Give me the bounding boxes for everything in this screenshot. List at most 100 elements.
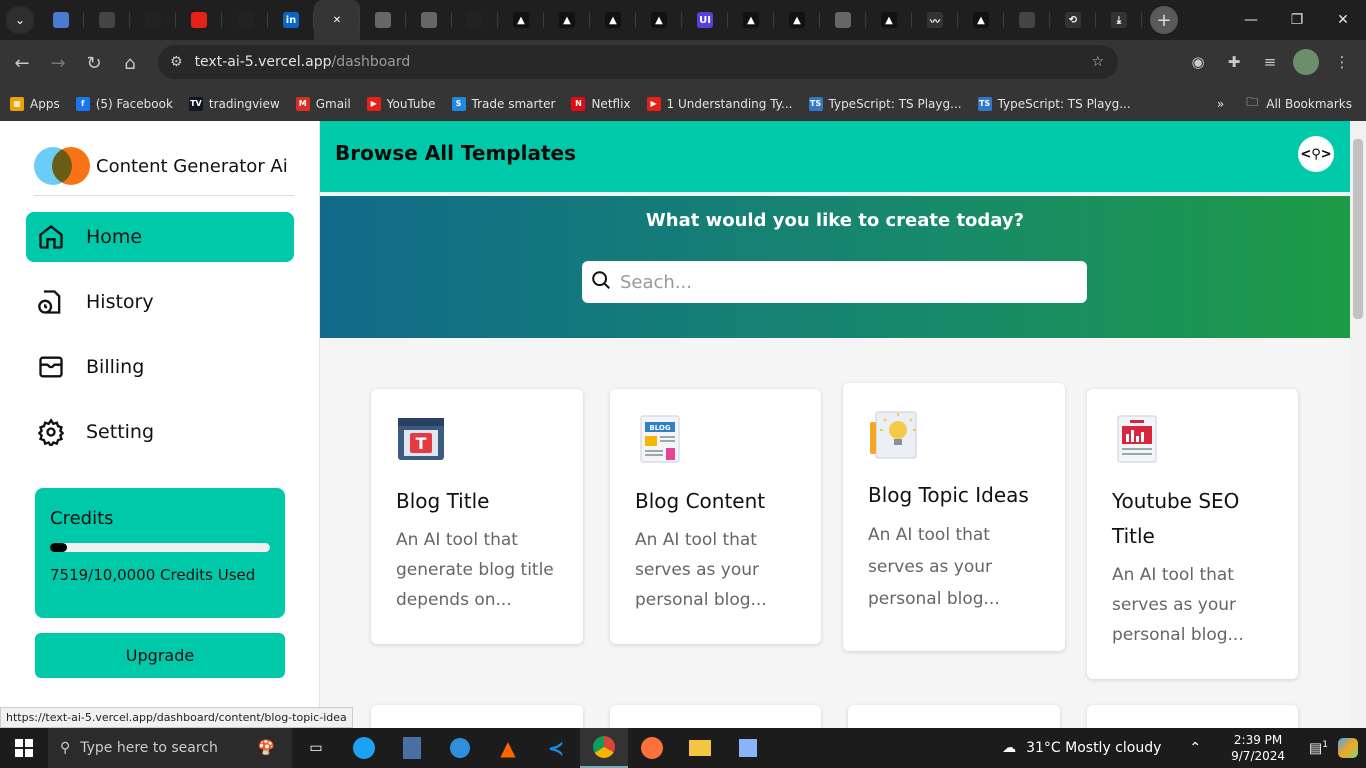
bookmark-item[interactable]: ▦ Apps xyxy=(10,96,60,111)
sidebar-item-history[interactable]: History xyxy=(26,277,294,327)
browser-tab[interactable]: ✕ xyxy=(314,0,360,40)
bookmark-item[interactable]: TS TypeScript: TS Playg... xyxy=(977,96,1131,111)
chrome-icon[interactable] xyxy=(580,728,628,768)
bookmark-item[interactable]: ▶ 1 Understanding Ty... xyxy=(646,96,793,111)
back-button[interactable]: ← xyxy=(4,45,40,81)
edge-icon[interactable] xyxy=(340,728,388,768)
all-bookmarks-button[interactable]: » 🗀 All Bookmarks xyxy=(1217,93,1352,114)
browser-tab[interactable]: ▲ xyxy=(958,0,1004,40)
site-info-icon[interactable]: ⚙ xyxy=(170,54,183,70)
template-card[interactable] xyxy=(610,705,821,728)
template-card-blog-content[interactable]: BLOG Blog Content An AI tool that serves… xyxy=(610,389,821,644)
template-card-blog-title[interactable]: T Blog Title An AI tool that generate bl… xyxy=(371,389,583,644)
bookmark-item[interactable]: ▶ YouTube xyxy=(366,96,436,111)
template-card[interactable] xyxy=(848,705,1060,728)
vscode-icon[interactable]: ≺ xyxy=(532,728,580,768)
bookmark-item[interactable]: N Netflix xyxy=(571,96,631,111)
media-control-icon[interactable]: ≡ xyxy=(1256,45,1284,79)
menu-icon[interactable]: ⋮ xyxy=(1328,45,1356,79)
browser-tab[interactable] xyxy=(406,0,452,40)
browser-tab[interactable] xyxy=(130,0,176,40)
bookmark-item[interactable]: TV tradingview xyxy=(188,96,280,111)
browser-tab[interactable] xyxy=(38,0,84,40)
task-view-icon[interactable]: ▭ xyxy=(292,728,340,768)
vlc-icon[interactable]: ▲ xyxy=(484,728,532,768)
windows-start-icon[interactable] xyxy=(0,728,48,768)
clock[interactable]: 2:39 PM 9/7/2024 xyxy=(1231,732,1285,764)
browser-tab[interactable]: ⤓ xyxy=(1096,0,1142,40)
forward-button[interactable]: → xyxy=(40,45,76,81)
browser-tab[interactable]: ▲ xyxy=(728,0,774,40)
browser-tab[interactable]: ▲ xyxy=(590,0,636,40)
sidebar-item-billing[interactable]: Billing xyxy=(26,342,294,392)
app-logo[interactable]: Content Generator Ai xyxy=(34,147,288,185)
browser-tab[interactable]: ▲ xyxy=(774,0,820,40)
sidebar-item-label: Setting xyxy=(86,421,155,443)
clock-time: 2:39 PM xyxy=(1233,733,1283,747)
upgrade-button[interactable]: Upgrade xyxy=(35,633,285,678)
calculator-icon[interactable] xyxy=(388,728,436,768)
browser-tab[interactable] xyxy=(222,0,268,40)
browser-tab[interactable] xyxy=(452,0,498,40)
browser-tab[interactable]: ▲ xyxy=(498,0,544,40)
profile-avatar[interactable] xyxy=(1292,45,1320,79)
bookmark-label: Trade smarter xyxy=(471,96,556,111)
close-icon[interactable]: ✕ xyxy=(329,12,345,28)
linkedin-icon: in xyxy=(283,12,299,28)
restore-button[interactable]: ❐ xyxy=(1274,0,1320,40)
browser-tab[interactable]: 〰 xyxy=(912,0,958,40)
browser-tab[interactable]: UI xyxy=(682,0,728,40)
template-card-blog-topic-ideas[interactable]: Blog Topic Ideas An AI tool that serves … xyxy=(843,383,1065,651)
weather-text[interactable]: 31°C Mostly cloudy xyxy=(1026,740,1161,756)
logo-circle-orange xyxy=(52,147,90,185)
reload-button[interactable]: ↻ xyxy=(76,45,112,81)
file-explorer-icon[interactable] xyxy=(676,728,724,768)
sidebar-item-setting[interactable]: Setting xyxy=(26,407,294,457)
app-icon[interactable] xyxy=(436,728,484,768)
bookmark-item[interactable]: TS TypeScript: TS Playg... xyxy=(808,96,962,111)
page-scrollbar[interactable] xyxy=(1350,121,1366,728)
firefox-icon[interactable] xyxy=(628,728,676,768)
new-tab-button[interactable]: + xyxy=(1150,6,1178,34)
template-card-youtube-seo-title[interactable]: Youtube SEO Title An AI tool that serves… xyxy=(1087,389,1298,679)
tab-search-button[interactable]: ⌄ xyxy=(6,6,34,34)
notification-icon[interactable]: ▤1 xyxy=(1309,740,1328,757)
template-card[interactable] xyxy=(1087,705,1298,728)
extensions-icon[interactable]: ✚ xyxy=(1220,45,1248,79)
scrollbar-thumb[interactable] xyxy=(1353,139,1363,319)
camera-icon[interactable]: ◉ xyxy=(1184,45,1212,79)
youtube-seo-icon xyxy=(1112,414,1162,464)
chevron-right-icon[interactable]: » xyxy=(1217,97,1224,111)
browser-tab[interactable] xyxy=(820,0,866,40)
bookmark-item[interactable]: M Gmail xyxy=(295,96,351,111)
template-card[interactable] xyxy=(371,705,583,728)
bookmark-item[interactable]: f (5) Facebook xyxy=(75,96,173,111)
address-bar[interactable]: ⚙ text-ai-5.vercel.app/dashboard ☆ xyxy=(158,45,1118,79)
minimize-button[interactable]: — xyxy=(1228,0,1274,40)
sidebar-item-home[interactable]: Home xyxy=(26,212,294,262)
bookmark-label: Gmail xyxy=(315,96,351,111)
home-button[interactable]: ⌂ xyxy=(112,45,148,81)
user-avatar[interactable]: <⚲> xyxy=(1298,136,1334,172)
browser-tab[interactable]: in xyxy=(268,0,314,40)
browser-tab[interactable]: ▲ xyxy=(636,0,682,40)
browser-tab[interactable]: ⟲ xyxy=(1050,0,1096,40)
taskbar-search[interactable]: ⚲ Type here to search 🍄 xyxy=(48,728,292,768)
copilot-icon[interactable] xyxy=(1338,738,1358,758)
browser-tab[interactable] xyxy=(360,0,406,40)
weather-icon[interactable]: ☁ xyxy=(1002,740,1016,756)
github-icon xyxy=(237,12,253,28)
browser-tab[interactable]: ▲ xyxy=(544,0,590,40)
bookmark-item[interactable]: S Trade smarter xyxy=(451,96,556,111)
photos-icon[interactable] xyxy=(724,728,772,768)
search-input[interactable] xyxy=(620,271,1060,293)
chevron-up-icon[interactable]: ⌃ xyxy=(1189,740,1201,756)
bookmark-star-icon[interactable]: ☆ xyxy=(1091,54,1104,70)
browser-tab[interactable] xyxy=(1004,0,1050,40)
browser-tab[interactable] xyxy=(84,0,130,40)
globe-icon xyxy=(375,12,391,28)
browser-tab[interactable]: ▲ xyxy=(866,0,912,40)
close-window-button[interactable]: ✕ xyxy=(1320,0,1366,40)
browser-toolbar: ← → ↻ ⌂ ⚙ text-ai-5.vercel.app/dashboard… xyxy=(0,40,1366,86)
browser-tab[interactable] xyxy=(176,0,222,40)
